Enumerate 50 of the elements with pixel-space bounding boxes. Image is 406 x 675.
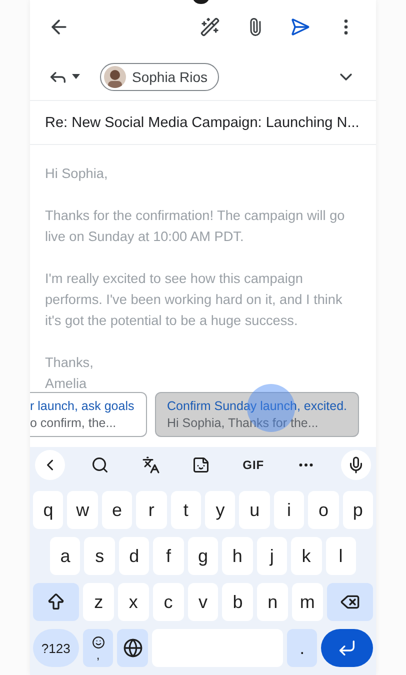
letter-key[interactable]: h [222, 537, 253, 576]
letter-key[interactable]: t [170, 491, 202, 530]
emoji-icon [92, 636, 104, 649]
letter-key[interactable]: b [222, 583, 254, 622]
letter-key[interactable]: j [256, 537, 288, 576]
letter-key[interactable]: m [292, 583, 323, 622]
letter-key[interactable]: o [308, 491, 339, 530]
letter-key[interactable]: r [136, 491, 167, 530]
recipient-chip[interactable]: Sophia Rios [100, 62, 218, 91]
letter-key[interactable]: c [152, 583, 184, 622]
body-paragraph: I'm really excited to see how this campaign performs. I've been working hard on it, and I think it's got the potential to be a huge success. [45, 270, 344, 330]
body-paragraph: Thanks for the confirmation! The campaign will go live on Sunday at 10:00 AM PDT. [45, 207, 346, 246]
dropdown-caret-icon[interactable] [70, 72, 82, 82]
shift-icon [46, 592, 66, 612]
body-paragraph: Hi Sophia, [45, 165, 109, 184]
gif-button[interactable]: GIF [236, 457, 270, 474]
subject-line[interactable]: Re: New Social Media Campaign: Launching N... [45, 114, 360, 131]
letter-key[interactable]: l [326, 537, 356, 576]
letter-key[interactable]: s [84, 537, 115, 576]
letter-key[interactable]: f [153, 537, 184, 576]
backspace-key[interactable] [326, 583, 373, 622]
letter-key[interactable]: q [33, 491, 64, 530]
emoji-comma-key[interactable]: , [82, 629, 114, 668]
letter-key[interactable]: g [188, 537, 218, 576]
enter-icon [337, 638, 358, 658]
avatar-icon [104, 66, 126, 88]
letter-key[interactable]: x [118, 583, 149, 622]
enter-key[interactable] [321, 629, 374, 668]
symbols-key[interactable]: ?123 [33, 629, 79, 668]
letter-key[interactable]: w [67, 491, 98, 530]
chevron-left-icon[interactable] [35, 450, 65, 480]
globe-key[interactable] [117, 629, 148, 668]
letter-key[interactable]: a [50, 537, 80, 576]
period-key[interactable]: . [286, 629, 318, 668]
letter-key[interactable]: u [239, 491, 270, 530]
letter-key[interactable]: v [188, 583, 218, 622]
letter-key[interactable]: d [118, 537, 150, 576]
letter-key[interactable]: p [342, 491, 374, 530]
letter-key[interactable]: i [274, 491, 304, 530]
comma-label: , [96, 648, 100, 661]
letter-key[interactable]: z [83, 583, 114, 622]
body-paragraph: Thanks, Amelia [45, 354, 94, 394]
letter-key[interactable]: k [291, 537, 322, 576]
microphone-icon[interactable] [340, 450, 371, 480]
shift-key[interactable] [33, 583, 80, 622]
letter-key[interactable]: e [102, 491, 132, 530]
letter-key[interactable]: y [205, 491, 236, 530]
suggestion-card[interactable]: r launch, ask goals o confirm, the... [30, 392, 148, 438]
letter-key[interactable]: n [257, 583, 288, 622]
globe-icon [122, 638, 142, 658]
